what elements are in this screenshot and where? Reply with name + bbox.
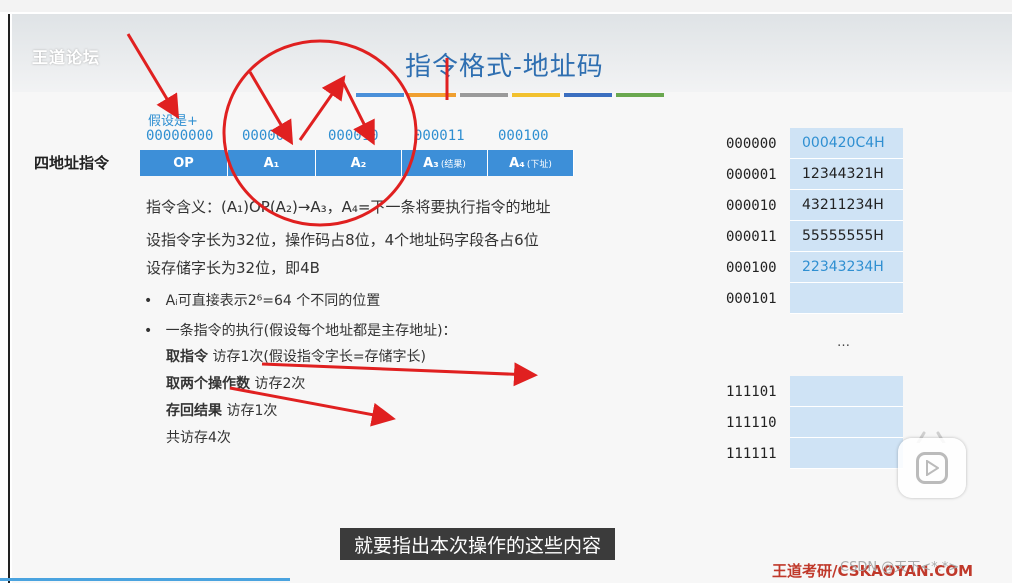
accent-bar-4 xyxy=(512,93,560,97)
instruction-format-bar: OP A₁ A₂ A₃ (结果) A₄ (下址) xyxy=(140,150,574,176)
accent-bar-6 xyxy=(616,93,664,97)
operands-line: 取两个操作数 访存2次 xyxy=(166,376,306,392)
memory-row: 000011 55555555H xyxy=(726,221,903,252)
slide-title: 指令格式-地址码 xyxy=(405,52,604,82)
total-line: 共访存4次 xyxy=(166,430,231,446)
word-length-line: 设指令字长为32位，操作码占8位，4个地址码字段各占6位 xyxy=(146,231,539,249)
meaning-line: 指令含义：(A₁)OP(A₂)→A₃，A₄=下一条将要执行指令的地址 xyxy=(146,198,551,216)
bullet-2: • 一条指令的执行(假设每个地址都是主存地址)： xyxy=(144,323,457,339)
fetch-line: 取指令 访存1次(假设指令字长=存储字长) xyxy=(166,349,427,365)
progress-line xyxy=(0,578,290,581)
field-a1: A₁ xyxy=(228,150,316,176)
addr-label-3: 000011 xyxy=(414,128,465,144)
play-button[interactable] xyxy=(898,438,966,498)
field-a2: A₂ xyxy=(316,150,402,176)
hint-text: 假设是+ xyxy=(148,114,198,129)
top-strip xyxy=(0,0,1012,12)
left-border xyxy=(8,14,10,583)
row-label: 四地址指令 xyxy=(34,154,110,172)
addr-label-4: 000100 xyxy=(498,128,549,144)
accent-bar-1 xyxy=(356,93,404,97)
memory-row: 000000 000420C4H xyxy=(726,128,903,159)
memory-row: 111101 xyxy=(726,376,903,407)
storage-word-line: 设存储字长为32位，即4B xyxy=(146,259,320,277)
accent-bar-3 xyxy=(460,93,508,97)
accent-bar-5 xyxy=(564,93,612,97)
memory-row: 000010 43211234H xyxy=(726,190,903,221)
memory-row: 000100 22343234H xyxy=(726,252,903,283)
subtitle-caption: 就要指出本次操作的这些内容 xyxy=(340,528,616,560)
addr-label-0: 00000000 xyxy=(146,128,214,144)
play-icon xyxy=(916,452,948,484)
bullet-1: • Aᵢ可直接表示2⁶=64 个不同的位置 xyxy=(144,293,381,309)
field-op: OP xyxy=(140,150,228,176)
addr-label-2: 000010 xyxy=(328,128,379,144)
memory-row: 000101 xyxy=(726,283,903,314)
memory-row: 111110 xyxy=(726,407,903,438)
csdn-watermark: CSDN @天下<*.*> xyxy=(840,560,960,575)
store-line: 存回结果 访存1次 xyxy=(166,403,278,419)
field-a4: A₄ (下址) xyxy=(488,150,574,176)
addr-label-1: 000001 xyxy=(242,128,293,144)
logo: 王道论坛 xyxy=(32,48,101,67)
memory-row: 000001 12344321H xyxy=(726,159,903,190)
accent-bar-2 xyxy=(408,93,456,97)
memory-ellipsis: … xyxy=(837,335,850,350)
memory-row: 111111 xyxy=(726,438,903,469)
field-a3: A₃ (结果) xyxy=(402,150,488,176)
